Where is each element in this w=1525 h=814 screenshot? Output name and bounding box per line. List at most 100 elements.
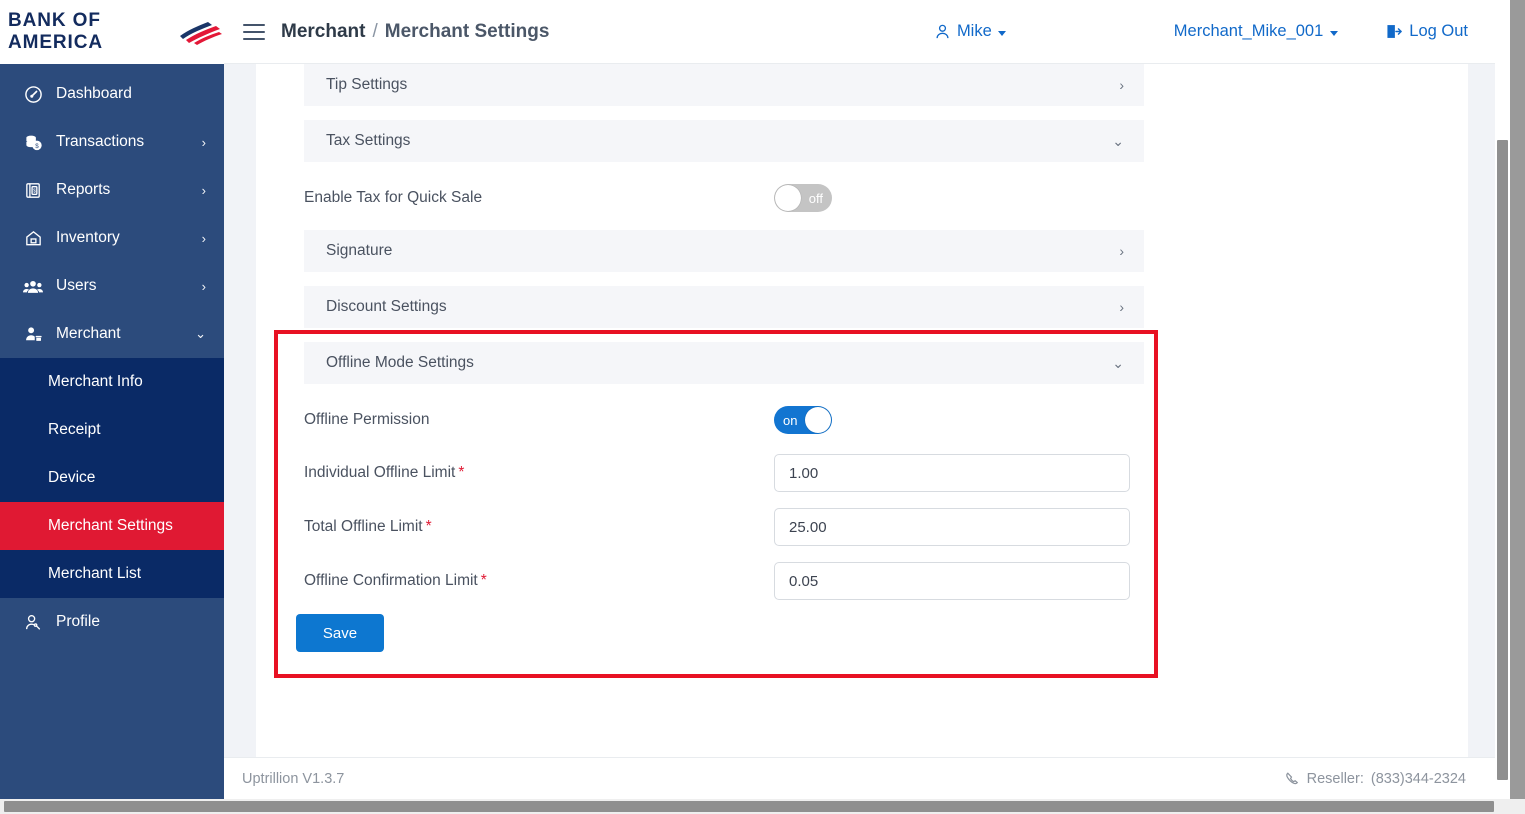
field-offline-confirmation-limit: Offline Confirmation Limit *: [304, 562, 1174, 600]
user-menu[interactable]: Mike: [934, 22, 1006, 41]
inventory-icon: [20, 229, 46, 248]
sidebar-item-device[interactable]: Device: [0, 454, 224, 502]
vertical-scrollbar-thumb[interactable]: [1497, 140, 1508, 780]
sidebar-submenu-merchant: Merchant Info Receipt Device Merchant Se…: [0, 358, 224, 598]
enable-tax-quick-sale-toggle[interactable]: off: [774, 184, 832, 212]
reseller-phone: (833)344-2324: [1370, 770, 1466, 787]
top-header: Merchant / Merchant Settings Mike Mercha…: [224, 0, 1510, 64]
field-label: Individual Offline Limit *: [304, 464, 774, 482]
sidebar-item-label: Transactions: [56, 133, 145, 150]
save-button[interactable]: Save: [296, 614, 384, 652]
user-icon: [934, 23, 951, 40]
settings-card: Tip Settings › Tax Settings ⌄ Enable Tax…: [256, 64, 1468, 794]
sidebar-item-merchant-settings[interactable]: Merchant Settings: [0, 502, 224, 550]
field-label: Offline Confirmation Limit *: [304, 572, 774, 590]
vertical-scrollbar[interactable]: [1495, 0, 1510, 799]
transactions-icon: $: [20, 133, 46, 152]
sidebar-item-merchant-info[interactable]: Merchant Info: [0, 358, 224, 406]
chevron-right-icon: ›: [1119, 299, 1124, 315]
sidebar-item-dashboard[interactable]: Dashboard: [0, 70, 224, 118]
svg-text:$: $: [32, 188, 35, 194]
sidebar-item-label: Profile: [56, 613, 100, 630]
offline-permission-toggle[interactable]: on: [774, 406, 832, 434]
app-version: Uptrillion V1.3.7: [242, 770, 345, 787]
field-offline-permission: Offline Permission on: [304, 406, 1174, 434]
total-offline-limit-input[interactable]: [774, 508, 1130, 546]
brand-name: BANK OF AMERICA: [8, 10, 103, 53]
chevron-right-icon: ›: [201, 134, 206, 150]
toggle-state-label: on: [783, 412, 798, 428]
svg-text:$: $: [35, 142, 39, 149]
sidebar-item-reports[interactable]: $ Reports ›: [0, 166, 224, 214]
individual-offline-limit-input[interactable]: [774, 454, 1130, 492]
users-icon: [20, 277, 46, 296]
required-marker: *: [458, 464, 465, 481]
breadcrumb-separator: /: [372, 20, 378, 42]
chevron-down-icon: [997, 31, 1006, 36]
merchant-selector-label: Merchant_Mike_001: [1173, 22, 1324, 40]
breadcrumb-current: Merchant Settings: [384, 20, 550, 42]
section-discount-settings[interactable]: Discount Settings ›: [304, 286, 1144, 328]
reports-icon: $: [20, 181, 46, 200]
field-enable-tax-quick-sale: Enable Tax for Quick Sale off: [304, 184, 1174, 212]
field-label: Offline Permission: [304, 411, 430, 428]
sidebar-subitem-label: Device: [48, 469, 96, 486]
merchant-selector[interactable]: Merchant_Mike_001: [1174, 22, 1339, 41]
section-title: Tip Settings: [326, 76, 408, 93]
section-tip-settings[interactable]: Tip Settings ›: [304, 64, 1144, 106]
chevron-down-icon: ⌄: [1112, 133, 1124, 149]
horizontal-scrollbar-thumb[interactable]: [4, 801, 1494, 812]
breadcrumb-parent[interactable]: Merchant: [281, 21, 365, 43]
chevron-right-icon: ›: [201, 278, 206, 294]
sidebar-item-inventory[interactable]: Inventory ›: [0, 214, 224, 262]
logout-icon: [1384, 23, 1403, 40]
sidebar-item-label: Users: [56, 277, 97, 294]
field-label: Total Offline Limit *: [304, 518, 774, 536]
chevron-down-icon: [1330, 31, 1339, 36]
toggle-state-label: off: [808, 190, 823, 206]
field-total-offline-limit: Total Offline Limit *: [304, 508, 1174, 546]
field-label-text: Total Offline Limit: [304, 518, 423, 535]
brand-logo: BANK OF AMERICA: [0, 0, 224, 64]
sidebar-subitem-label: Receipt: [48, 421, 101, 438]
bofa-flag-icon: [178, 19, 224, 45]
field-label-text: Offline Confirmation Limit: [304, 572, 478, 589]
sidebar-item-label: Merchant: [56, 325, 121, 342]
main-content: Tip Settings › Tax Settings ⌄ Enable Tax…: [224, 64, 1510, 799]
section-signature[interactable]: Signature ›: [304, 230, 1144, 272]
sidebar-item-users[interactable]: Users ›: [0, 262, 224, 310]
breadcrumb: Merchant / Merchant Settings: [281, 21, 549, 43]
sidebar-item-label: Reports: [56, 181, 111, 198]
sidebar-subitem-label: Merchant Settings: [48, 517, 173, 534]
section-title: Tax Settings: [326, 132, 411, 149]
field-label-text: Individual Offline Limit: [304, 464, 456, 481]
reseller-contact: Reseller: (833)344-2324: [1285, 771, 1466, 787]
section-offline-mode-settings[interactable]: Offline Mode Settings ⌄: [304, 342, 1144, 384]
field-individual-offline-limit: Individual Offline Limit *: [304, 454, 1174, 492]
screen: BANK OF AMERICA Dashboard $ Transactions…: [0, 0, 1525, 814]
sidebar-item-profile[interactable]: Profile: [0, 598, 224, 646]
toggle-knob: [775, 185, 801, 211]
sidebar-item-merchant[interactable]: Merchant ⌄: [0, 310, 224, 358]
section-title: Signature: [326, 242, 393, 259]
section-title: Discount Settings: [326, 298, 447, 315]
profile-icon: [20, 613, 46, 632]
phone-icon: [1285, 771, 1300, 786]
sidebar-item-merchant-list[interactable]: Merchant List: [0, 550, 224, 598]
sidebar-item-receipt[interactable]: Receipt: [0, 406, 224, 454]
toggle-knob: [805, 407, 831, 433]
user-menu-label: Mike: [956, 22, 992, 40]
sidebar-subitem-label: Merchant List: [48, 565, 142, 582]
chevron-right-icon: ›: [1119, 77, 1124, 93]
dashboard-icon: [20, 85, 46, 104]
hamburger-menu-icon[interactable]: [243, 23, 265, 40]
logout-button[interactable]: Log Out: [1384, 22, 1468, 41]
offline-confirmation-limit-input[interactable]: [774, 562, 1130, 600]
required-marker: *: [425, 518, 432, 535]
horizontal-scrollbar[interactable]: [0, 799, 1525, 814]
chevron-down-icon: ⌄: [1112, 355, 1124, 371]
sidebar-item-transactions[interactable]: $ Transactions ›: [0, 118, 224, 166]
footer: Uptrillion V1.3.7 Reseller: (833)344-232…: [224, 757, 1510, 799]
section-tax-settings[interactable]: Tax Settings ⌄: [304, 120, 1144, 162]
merchant-icon: [20, 325, 46, 344]
